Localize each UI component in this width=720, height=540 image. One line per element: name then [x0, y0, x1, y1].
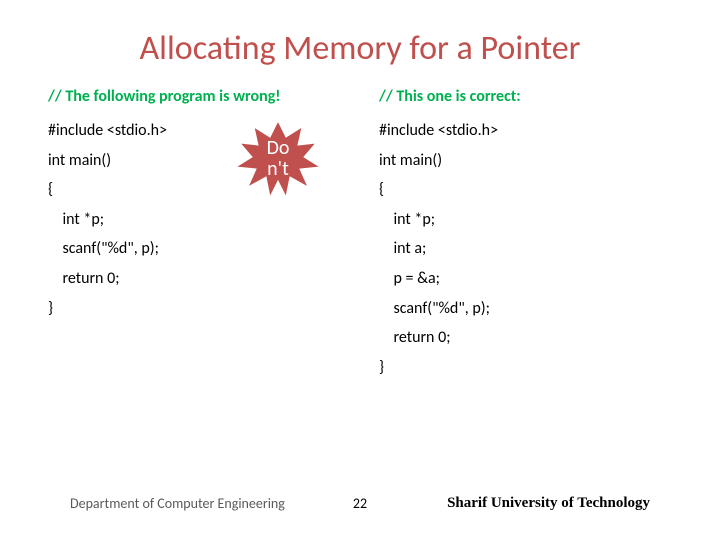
left-comment: // The following program is wrong! — [48, 87, 339, 106]
code-line: return 0; — [48, 264, 339, 294]
badge-text: Do n't — [267, 138, 290, 180]
code-line: } — [48, 294, 339, 324]
code-line: scanf("%d", p); — [379, 294, 670, 324]
code-line: return 0; — [379, 323, 670, 353]
code-line: scanf("%d", p); — [48, 234, 339, 264]
dont-badge: Do n't — [236, 119, 320, 199]
footer-department: Department of Computer Engineering — [70, 495, 285, 512]
code-line: #include <stdio.h> — [379, 116, 670, 146]
slide-title: Allocating Memory for a Pointer — [0, 0, 720, 87]
code-line: int *p; — [48, 205, 339, 235]
slide-number: 22 — [353, 495, 367, 512]
badge-line2: n't — [267, 157, 289, 181]
content-columns: // The following program is wrong! #incl… — [0, 87, 720, 382]
code-line: } — [379, 353, 670, 383]
left-column: // The following program is wrong! #incl… — [48, 87, 339, 382]
right-comment: // This one is correct: — [379, 87, 670, 106]
code-line: int main() — [379, 146, 670, 176]
code-line: { — [379, 175, 670, 205]
code-line: int a; — [379, 234, 670, 264]
footer: Department of Computer Engineering 22 Sh… — [0, 495, 720, 512]
code-line: p = &a; — [379, 264, 670, 294]
code-line: int *p; — [379, 205, 670, 235]
right-column: // This one is correct: #include <stdio.… — [379, 87, 670, 382]
footer-university: Sharif University of Technology — [447, 495, 650, 512]
